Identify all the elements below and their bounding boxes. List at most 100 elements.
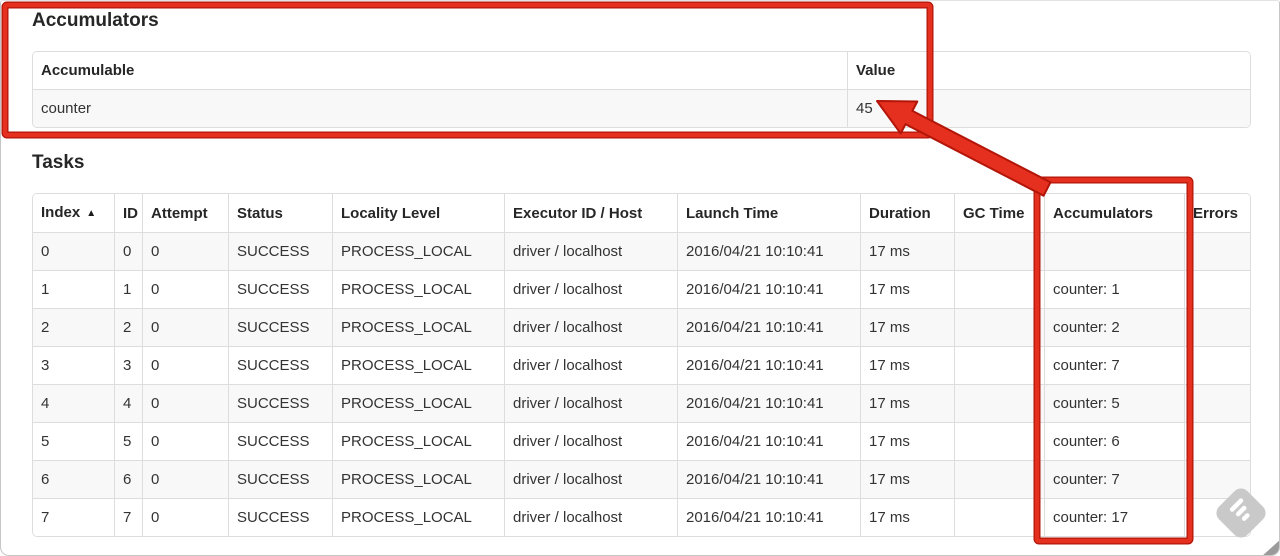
column-header-id[interactable]: ID	[114, 194, 142, 233]
table-cell: driver / localhost	[504, 233, 677, 270]
table-cell	[954, 233, 1044, 270]
table-cell: PROCESS_LOCAL	[332, 422, 504, 460]
table-cell: 0	[114, 233, 142, 270]
table-row: 7 7 0 SUCCESS PROCESS_LOCAL driver / localhos…	[33, 498, 1250, 536]
column-header-duration[interactable]: Duration	[860, 194, 954, 233]
table-row: 0 0 0 SUCCESS PROCESS_LOCAL driver / localhos…	[33, 233, 1250, 270]
table-cell: SUCCESS	[228, 233, 332, 270]
table-cell: PROCESS_LOCAL	[332, 270, 504, 308]
table-cell: counter: 5	[1044, 384, 1184, 422]
table-cell: 2	[33, 308, 114, 346]
column-header-locality-level[interactable]: Locality Level	[332, 194, 504, 233]
table-cell: SUCCESS	[228, 346, 332, 384]
table-cell: 7	[114, 498, 142, 536]
table-cell: 0	[41, 243, 50, 260]
table-cell: 0	[142, 346, 228, 384]
table-cell: SUCCESS	[228, 384, 332, 422]
table-cell	[1184, 308, 1250, 346]
table-cell: 45	[847, 90, 1250, 127]
table-cell: PROCESS_LOCAL	[332, 384, 504, 422]
table-row: 3 3 0 SUCCESS PROCESS_LOCAL driver / localhos…	[33, 346, 1250, 384]
table-cell: counter: 7	[1044, 346, 1184, 384]
table-cell: PROCESS_LOCAL	[332, 346, 504, 384]
column-header-index[interactable]: Index ▲	[33, 194, 114, 233]
table-cell: 7	[33, 498, 114, 536]
column-header-launch-time[interactable]: Launch Time	[677, 194, 860, 233]
table-row: 1 1 0 SUCCESS PROCESS_LOCAL driver / localhos…	[33, 270, 1250, 308]
table-cell: SUCCESS	[228, 498, 332, 536]
table-row: 2 2 0 SUCCESS PROCESS_LOCAL driver / localhos…	[33, 308, 1250, 346]
table-cell: 2016/04/21 10:10:41	[677, 270, 860, 308]
column-header-executor-id-host[interactable]: Executor ID / Host	[504, 194, 677, 233]
table-cell: PROCESS_LOCAL	[332, 498, 504, 536]
table-cell: 4	[114, 384, 142, 422]
table-cell: counter: 17	[1044, 498, 1184, 536]
sort-ascending-icon: ▲	[86, 208, 97, 219]
table-cell	[1184, 270, 1250, 308]
table-cell: 0	[142, 498, 228, 536]
table-cell: counter	[41, 100, 92, 117]
table-cell: 6	[114, 460, 142, 498]
table-cell	[1184, 346, 1250, 384]
column-header-accumulators[interactable]: Accumulators	[1044, 194, 1184, 233]
table-cell: counter: 7	[1044, 460, 1184, 498]
table-cell: 1	[33, 270, 114, 308]
table-cell: counter: 2	[1044, 308, 1184, 346]
table-cell	[954, 346, 1044, 384]
table-cell: driver / localhost	[504, 346, 677, 384]
tasks-table: Index ▲ ID Attempt Status Locality Level …	[32, 193, 1251, 537]
table-cell: 3	[33, 346, 114, 384]
table-row: 6 6 0 SUCCESS PROCESS_LOCAL driver / localhos…	[33, 460, 1250, 498]
table-cell: 4	[33, 384, 114, 422]
column-header-status[interactable]: Status	[228, 194, 332, 233]
page: Accumulators Accumulable Value counter 45…	[0, 0, 1280, 556]
column-header-attempt[interactable]: Attempt	[142, 194, 228, 233]
table-cell	[1184, 384, 1250, 422]
table-cell: 2	[114, 308, 142, 346]
table-row: 5 5 0 SUCCESS PROCESS_LOCAL driver / localhos…	[33, 422, 1250, 460]
table-cell	[1184, 460, 1250, 498]
table-cell	[1184, 422, 1250, 460]
table-cell	[954, 460, 1044, 498]
table-row: counter 45	[33, 90, 1250, 127]
table-cell: 6	[33, 460, 114, 498]
table-cell	[954, 498, 1044, 536]
table-cell: 3	[114, 346, 142, 384]
table-cell: 17 ms	[860, 422, 954, 460]
table-cell: 2016/04/21 10:10:41	[677, 346, 860, 384]
table-cell: SUCCESS	[228, 422, 332, 460]
table-cell: 17 ms	[860, 308, 954, 346]
table-header-row: Index ▲ ID Attempt Status Locality Level …	[33, 194, 1250, 233]
table-header-row: Accumulable Value	[33, 52, 1250, 90]
column-header-errors[interactable]: Errors	[1184, 194, 1250, 233]
table-cell: SUCCESS	[228, 270, 332, 308]
table-cell: driver / localhost	[504, 460, 677, 498]
table-cell: driver / localhost	[504, 270, 677, 308]
table-cell: SUCCESS	[228, 308, 332, 346]
table-cell: PROCESS_LOCAL	[332, 460, 504, 498]
table-cell: driver / localhost	[504, 498, 677, 536]
corner-cursor-artifact	[1263, 540, 1279, 555]
table-cell: 17 ms	[860, 460, 954, 498]
table-cell: SUCCESS	[228, 460, 332, 498]
table-cell: 17 ms	[860, 384, 954, 422]
table-cell	[1184, 498, 1250, 536]
table-cell	[954, 308, 1044, 346]
table-cell: 17 ms	[860, 346, 954, 384]
table-cell: 0	[142, 270, 228, 308]
table-cell: 1	[114, 270, 142, 308]
tasks-heading: Tasks	[32, 152, 85, 173]
table-cell: PROCESS_LOCAL	[332, 233, 504, 270]
table-cell: 2016/04/21 10:10:41	[677, 384, 860, 422]
accumulators-heading: Accumulators	[32, 10, 159, 31]
table-cell	[1184, 233, 1250, 270]
table-cell: 0	[142, 422, 228, 460]
table-cell: 17 ms	[860, 233, 954, 270]
column-header-accumulable: Accumulable	[33, 52, 847, 90]
table-cell: 2016/04/21 10:10:41	[677, 308, 860, 346]
table-cell: 0	[142, 384, 228, 422]
table-row: 4 4 0 SUCCESS PROCESS_LOCAL driver / localhos…	[33, 384, 1250, 422]
table-cell: 5	[33, 422, 114, 460]
column-header-gc-time[interactable]: GC Time	[954, 194, 1044, 233]
table-cell: 0	[142, 233, 228, 270]
